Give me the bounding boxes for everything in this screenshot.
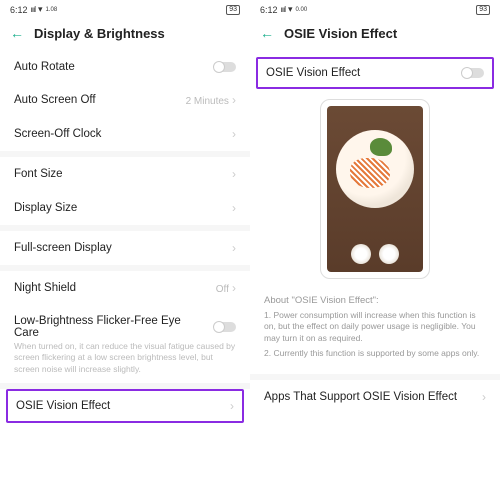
highlight-osie-toggle: OSIE Vision Effect <box>256 57 494 89</box>
row-night-shield[interactable]: Night Shield Off › <box>0 271 250 305</box>
status-bar: 6:12 ıııl ▾ 1.08 93 <box>0 0 250 17</box>
flicker-description: When turned on, it can reduce the visual… <box>0 341 250 383</box>
chevron-right-icon: › <box>232 281 236 295</box>
row-label: Display Size <box>14 202 77 214</box>
row-osie[interactable]: OSIE Vision Effect › <box>8 391 242 421</box>
chevron-right-icon: › <box>232 241 236 255</box>
about-item: 2. Currently this function is supported … <box>264 348 486 359</box>
toggle-icon[interactable] <box>214 322 236 332</box>
page-title: OSIE Vision Effect <box>284 26 397 41</box>
row-label: Auto Rotate <box>14 61 75 73</box>
row-value: 2 Minutes <box>186 96 229 107</box>
row-value: Off <box>216 284 229 295</box>
status-net: 1.08 <box>46 7 58 13</box>
battery-icon: 93 <box>226 5 240 15</box>
row-label: OSIE Vision Effect <box>16 400 110 412</box>
row-font-size[interactable]: Font Size › <box>0 157 250 191</box>
chevron-right-icon: › <box>232 93 236 107</box>
row-fullscreen[interactable]: Full-screen Display › <box>0 231 250 265</box>
chevron-right-icon: › <box>482 390 486 404</box>
chevron-right-icon: › <box>230 399 234 413</box>
battery-icon: 93 <box>476 5 490 15</box>
row-label: Apps That Support OSIE Vision Effect <box>264 391 457 403</box>
header: ← OSIE Vision Effect <box>250 17 500 51</box>
row-label: OSIE Vision Effect <box>266 67 360 79</box>
chevron-right-icon: › <box>232 167 236 181</box>
page-title: Display & Brightness <box>34 26 165 41</box>
chevron-right-icon: › <box>232 201 236 215</box>
row-label: Auto Screen Off <box>14 94 96 106</box>
status-net: 0.00 <box>296 7 308 13</box>
highlight-osie: OSIE Vision Effect › <box>6 389 244 423</box>
row-label: Font Size <box>14 168 63 180</box>
row-label: Night Shield <box>14 282 76 294</box>
back-icon[interactable]: ← <box>10 25 24 41</box>
row-auto-rotate[interactable]: Auto Rotate <box>0 51 250 83</box>
row-auto-screen-off[interactable]: Auto Screen Off 2 Minutes › <box>0 83 250 117</box>
row-display-size[interactable]: Display Size › <box>0 191 250 225</box>
about-section: About "OSIE Vision Effect": 1. Power con… <box>250 289 500 374</box>
about-item: 1. Power consumption will increase when … <box>264 310 486 344</box>
signal-icon: ıııl <box>281 5 285 14</box>
status-time: 6:12 <box>10 5 28 15</box>
row-label: Screen-Off Clock <box>14 128 101 140</box>
toggle-icon[interactable] <box>214 62 236 72</box>
row-osie-toggle[interactable]: OSIE Vision Effect <box>258 59 492 87</box>
status-time: 6:12 <box>260 5 278 15</box>
about-heading: About "OSIE Vision Effect": <box>264 295 486 306</box>
wifi-icon: ▾ <box>288 4 293 15</box>
header: ← Display & Brightness <box>0 17 250 51</box>
row-flicker-free[interactable]: Low-Brightness Flicker-Free Eye Care <box>0 305 250 341</box>
status-bar: 6:12 ıııl ▾ 0.00 93 <box>250 0 500 17</box>
row-screen-off-clock[interactable]: Screen-Off Clock › <box>0 117 250 151</box>
row-supported-apps[interactable]: Apps That Support OSIE Vision Effect › <box>250 380 500 414</box>
screen-osie: 6:12 ıııl ▾ 0.00 93 ← OSIE Vision Effect… <box>250 0 500 500</box>
row-label: Low-Brightness Flicker-Free Eye Care <box>14 315 184 339</box>
screen-display-brightness: 6:12 ıııl ▾ 1.08 93 ← Display & Brightne… <box>0 0 250 500</box>
wifi-icon: ▾ <box>38 4 43 15</box>
signal-icon: ıııl <box>31 5 35 14</box>
preview-image <box>327 106 423 272</box>
back-icon[interactable]: ← <box>260 25 274 41</box>
chevron-right-icon: › <box>232 127 236 141</box>
phone-preview <box>320 99 430 279</box>
toggle-icon[interactable] <box>462 68 484 78</box>
row-label: Full-screen Display <box>14 242 112 254</box>
